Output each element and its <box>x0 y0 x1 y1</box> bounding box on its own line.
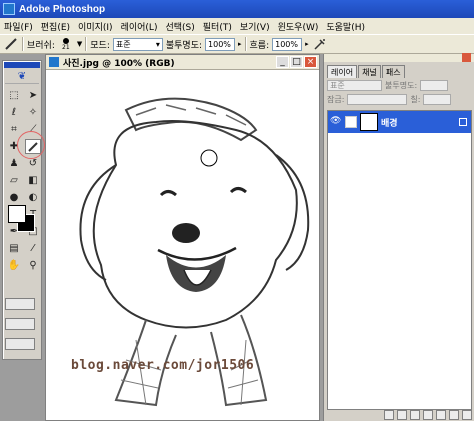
eye-icon[interactable]: 👁 <box>330 116 342 128</box>
app-title: Adobe Photoshop <box>19 3 106 15</box>
document-icon <box>49 57 59 67</box>
flow-label: 흐름: <box>249 40 270 51</box>
menu-bar: 파일(F) 편집(E) 이미지(I) 레이어(L) 선택(S) 필터(T) 보기… <box>0 18 474 34</box>
brush-size-picker[interactable]: 21 <box>58 37 74 51</box>
feather-icon[interactable]: ❦ <box>5 70 39 84</box>
close-button[interactable]: × <box>304 56 317 68</box>
magic-wand-tool-icon[interactable]: ✧ <box>25 105 41 120</box>
move-tool-icon[interactable]: ➤ <box>25 88 41 103</box>
airbrush-icon[interactable] <box>312 36 328 52</box>
tab-channels[interactable]: 채널 <box>358 65 381 78</box>
eraser-tool-icon[interactable]: ▱ <box>6 173 22 188</box>
lasso-tool-icon[interactable]: ℓ <box>6 105 22 120</box>
layer-style-icon[interactable] <box>397 409 407 420</box>
dodge-tool-icon[interactable]: ◐ <box>25 190 41 205</box>
panel-header[interactable] <box>324 53 474 62</box>
tab-paths[interactable]: 패스 <box>381 65 405 78</box>
add-mask-icon[interactable] <box>410 409 420 420</box>
opacity-label: 불투명도: <box>165 40 203 51</box>
menu-select[interactable]: 선택(S) <box>161 20 198 33</box>
document-window: 사진.jpg @ 100% (RGB) _ □ × blog.naver.com… <box>45 54 320 421</box>
menu-image[interactable]: 이미지(I) <box>74 20 117 33</box>
blend-mode-select[interactable]: 표준 <box>327 79 382 91</box>
opacity-input[interactable]: 100% <box>205 37 236 51</box>
mode-value: 표준 <box>115 39 131 49</box>
hand-tool-icon[interactable]: ✋ <box>6 258 22 273</box>
menu-file[interactable]: 파일(F) <box>0 20 37 33</box>
notes-tool-icon[interactable]: ▤ <box>6 241 22 256</box>
link-layers-icon[interactable] <box>384 409 394 420</box>
image-canvas[interactable]: blog.naver.com/jor1506 <box>46 70 319 420</box>
title-bar: Adobe Photoshop <box>0 0 474 18</box>
menu-help[interactable]: 도움말(H) <box>322 20 369 33</box>
adjustment-layer-icon[interactable] <box>436 409 446 420</box>
close-icon[interactable] <box>462 53 471 62</box>
lock-label: 잠금: <box>327 94 345 104</box>
layers-panel: 레이어 채널 패스 표준 불투명도: 잠금: 칠: 👁 배경 <box>323 53 474 421</box>
watermark-text: blog.naver.com/jor1506 <box>71 358 255 373</box>
toolbox-grip[interactable] <box>4 62 40 68</box>
layer-thumbnail <box>360 113 378 131</box>
layer-name: 배경 <box>381 118 398 129</box>
divider <box>22 37 24 51</box>
menu-filter[interactable]: 필터(T) <box>199 20 236 33</box>
color-swatches[interactable] <box>8 205 36 233</box>
chevron-right-icon[interactable]: ▸ <box>238 40 242 48</box>
brush-label: 브러쉬: <box>27 40 55 51</box>
brush-tool-preset-icon[interactable] <box>3 36 19 52</box>
minimize-button[interactable]: _ <box>276 56 289 68</box>
lock-icon <box>459 118 467 126</box>
quick-mask-buttons[interactable] <box>5 298 35 310</box>
options-bar: 브러쉬: 21 ▼ 모드: 표준 ▾ 불투명도: 100% ▸ 흐름: 100% … <box>0 34 474 54</box>
divider <box>85 37 88 51</box>
chevron-down-icon: ▾ <box>155 39 160 49</box>
menu-window[interactable]: 윈도우(W) <box>274 20 323 33</box>
lock-options[interactable] <box>347 93 408 105</box>
chevron-down-icon[interactable]: ▼ <box>77 40 82 48</box>
maximize-button[interactable]: □ <box>290 56 303 68</box>
new-group-icon[interactable] <box>423 409 433 420</box>
menu-layer[interactable]: 레이어(L) <box>117 20 162 33</box>
tab-layers[interactable]: 레이어 <box>327 65 358 78</box>
paintbrush-icon[interactable] <box>345 116 357 128</box>
zoom-tool-icon[interactable]: ⚲ <box>25 258 41 273</box>
trash-icon[interactable] <box>462 409 472 420</box>
flow-input[interactable]: 100% <box>272 37 303 51</box>
blend-row: 표준 불투명도: <box>324 78 474 92</box>
foreground-color[interactable] <box>8 205 26 223</box>
fill-input[interactable] <box>423 93 452 105</box>
eyedropper-tool-icon[interactable]: ⁄ <box>25 241 41 256</box>
panel-footer <box>324 408 474 421</box>
lock-row: 잠금: 칠: <box>324 92 474 106</box>
blur-tool-icon[interactable]: ● <box>6 190 22 205</box>
menu-view[interactable]: 보기(V) <box>236 20 274 33</box>
highlight-circle <box>17 131 45 159</box>
brush-size: 21 <box>62 43 70 51</box>
chevron-right-icon[interactable]: ▸ <box>305 40 309 48</box>
fill-label: 칠: <box>410 94 421 104</box>
photoshop-app-icon <box>3 3 15 15</box>
document-title: 사진.jpg @ 100% (RGB) <box>63 58 175 69</box>
marquee-tool-icon[interactable]: ⬚ <box>6 88 22 103</box>
clone-stamp-tool-icon[interactable]: ♟ <box>6 156 22 171</box>
panel-tabs: 레이어 채널 패스 <box>324 65 474 78</box>
mode-select[interactable]: 표준 ▾ <box>112 37 163 51</box>
layer-opacity-label: 불투명도: <box>385 80 418 90</box>
gradient-tool-icon[interactable]: ◧ <box>25 173 41 188</box>
screen-mode-buttons[interactable] <box>5 318 35 330</box>
mode-label: 모드: <box>90 40 110 51</box>
divider <box>244 37 247 51</box>
imageready-button[interactable] <box>5 338 35 350</box>
menu-edit[interactable]: 편집(E) <box>37 20 74 33</box>
new-layer-icon[interactable] <box>449 409 459 420</box>
layer-row[interactable]: 👁 배경 <box>328 111 471 133</box>
layer-opacity-input[interactable] <box>420 79 449 91</box>
layer-list: 👁 배경 <box>327 110 472 410</box>
